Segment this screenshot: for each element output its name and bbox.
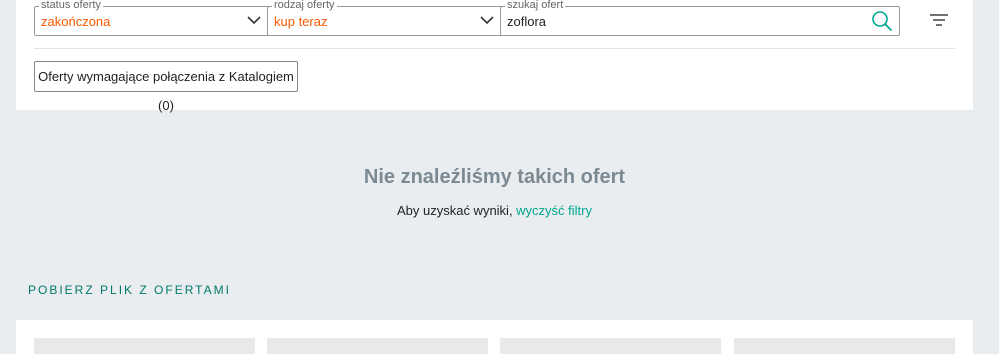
download-tile[interactable]	[34, 338, 255, 354]
download-tile[interactable]	[734, 338, 955, 354]
chevron-down-icon	[480, 16, 494, 25]
status-label: status oferty	[39, 0, 103, 12]
empty-state-subtitle: Aby uzyskać wyniki, wyczyść filtry	[0, 203, 989, 218]
catalog-offers-button[interactable]: Oferty wymagające połączenia z Katalogie…	[34, 61, 298, 113]
search-icon[interactable]	[871, 10, 893, 32]
clear-filters-link[interactable]: wyczyść filtry	[516, 203, 592, 218]
offer-type-value: kup teraz	[274, 14, 328, 29]
empty-state-title: Nie znaleźliśmy takich ofert	[363, 166, 626, 188]
filter-icon[interactable]	[928, 10, 950, 30]
filters-panel: status oferty zakończona rodzaj oferty k…	[16, 0, 973, 113]
download-section-title: POBIERZ PLIK Z OFERTAMI	[28, 283, 231, 297]
status-select[interactable]: status oferty zakończona	[34, 0, 273, 36]
status-value: zakończona	[41, 14, 111, 29]
empty-state-prefix: Aby uzyskać wyniki,	[396, 203, 517, 218]
divider	[34, 48, 955, 49]
search-label: szukaj ofert	[505, 0, 566, 12]
chevron-down-icon	[247, 16, 261, 25]
search-input[interactable]: szukaj ofert zoflora	[500, 0, 900, 36]
search-value: zoflora	[507, 14, 547, 29]
offer-type-label: rodzaj oferty	[272, 0, 337, 12]
download-tile[interactable]	[267, 338, 488, 354]
download-panel	[16, 320, 973, 354]
download-tile[interactable]	[500, 338, 721, 354]
offer-type-select[interactable]: rodzaj oferty kup teraz	[267, 0, 506, 36]
